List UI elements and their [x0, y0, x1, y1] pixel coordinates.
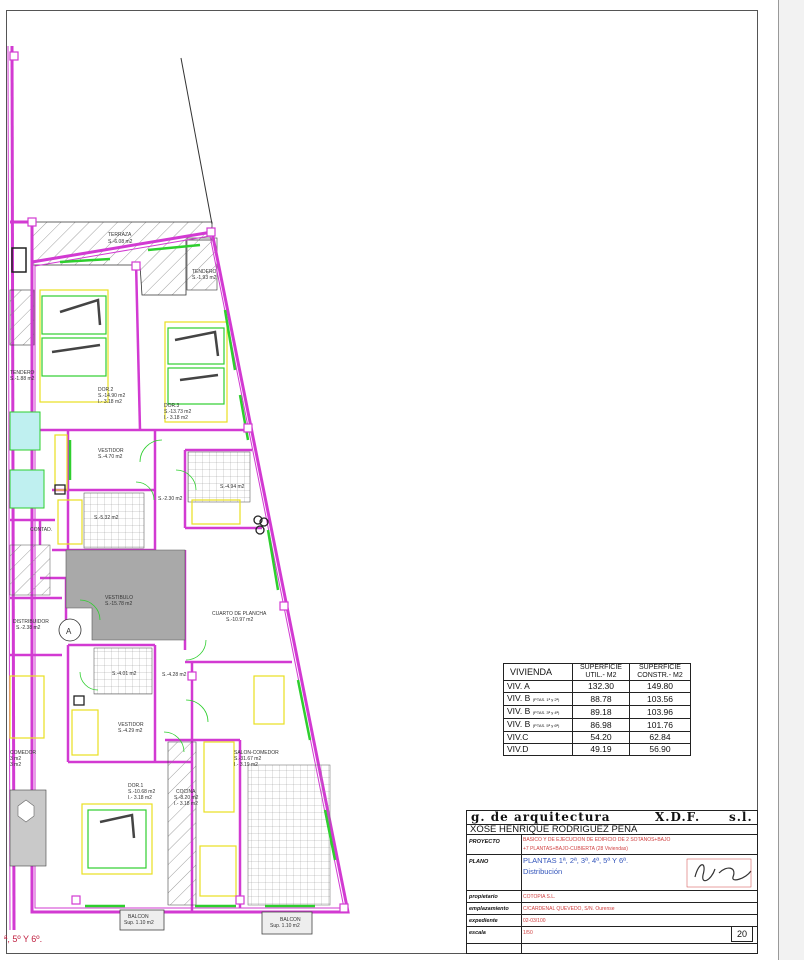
architect-name: XOSE HENRIQUE RODRIGUEZ PEÑA — [467, 824, 757, 835]
emplazamiento-row: emplazamiento C/CARDENAL QUEVEDO, S/N. O… — [467, 903, 757, 915]
row-name: VIV. A — [503, 680, 573, 693]
row-name: VIV.D — [503, 743, 573, 756]
label-unit-a: A — [66, 627, 72, 636]
bath-tile — [187, 451, 251, 503]
drawing-sheet: TERRAZA S.-6.08 m2 TENDERO S.-1.93 m2 TE… — [0, 0, 804, 960]
washer-fixture — [11, 247, 27, 273]
label-balcon-2-area: Sup. 1.10 m2 — [270, 923, 300, 929]
label-dor3-h: I.- 3.18 m2 — [164, 415, 188, 421]
label-terraza: TERRAZA — [108, 232, 132, 238]
area-table-header-constr: SUPERFICIE CONSTR.- M2 — [628, 663, 692, 681]
boundary-line — [180, 57, 213, 225]
salon-floor — [247, 764, 331, 906]
expediente-row: expediente 02-03/100 — [467, 915, 757, 927]
bath-fixture — [9, 469, 45, 509]
label-cuarto-plancha-area: S.-10.97 m2 — [226, 617, 253, 623]
label-tendero-area: S.-1.93 m2 — [192, 275, 217, 281]
table-row: VIV. B (PTAS. 3ª y 4ª) 89.18 103.96 — [503, 705, 692, 719]
label-bano-1: S.-5.32 m2 — [94, 515, 119, 521]
bath-fixture — [9, 411, 41, 451]
row-util: 54.20 — [572, 731, 630, 744]
label-vestibulo-area: S.-15.78 m2 — [105, 601, 132, 607]
kitchen-floor — [167, 741, 197, 906]
row-name: VIV. B (PTAS. 5ª y 6ª) — [503, 718, 573, 732]
row-util: 88.78 — [572, 692, 630, 706]
propietario-row: propietario COTOPIA S.L. — [467, 891, 757, 903]
table-row: VIV. B (PTAS. 5ª y 6ª) 86.98 101.76 — [503, 718, 692, 732]
proyecto-row: PROYECTO BASICO Y DE EJECUCION DE EDIFIC… — [467, 835, 757, 855]
plano-row: PLANO PLANTAS 1ª, 2ª, 3ª, 4ª, 5ª Y 6ª. D… — [467, 855, 757, 891]
row-constr: 56.90 — [628, 743, 692, 756]
label-bano-2: S.-4.94 m2 — [220, 484, 245, 490]
label-bano-3: S.-4.01 m2 — [112, 671, 137, 677]
label-balcon-1-area: Sup. 1.10 m2 — [124, 920, 154, 926]
table-row: VIV.C 54.20 62.84 — [503, 731, 692, 744]
label-salon-h: I.- 3.19 m2 — [234, 762, 258, 768]
label-pasillo: S.-4.28 m2 — [162, 672, 187, 678]
floor-caption: ª, 5º Y 6º. — [4, 934, 42, 944]
row-constr: 101.76 — [628, 718, 692, 732]
row-util: 86.98 — [572, 718, 630, 732]
row-constr: 62.84 — [628, 731, 692, 744]
label-dor1-h: I.- 3.18 m2 — [128, 795, 152, 801]
row-constr: 103.96 — [628, 705, 692, 719]
label-vestidor-1-area: S.-4.70 m2 — [98, 454, 123, 460]
label-vestidor-2-area: S.-4.29 m2 — [118, 728, 143, 734]
area-table: VIVIENDA SUPERFICIE UTIL.- M2 SUPERFICIE C… — [503, 663, 692, 756]
area-table-header-vivienda: VIVIENDA — [503, 663, 573, 681]
label-distrib: S.-2.30 m2 — [158, 496, 183, 502]
row-constr: 149.80 — [628, 680, 692, 693]
firm-name: g. de arquitectura X.D.F. s.l. — [467, 811, 757, 825]
label-comedor-left-h: 3 m2 — [10, 762, 21, 768]
row-util: 89.18 — [572, 705, 630, 719]
title-block-footer — [467, 943, 757, 953]
row-name: VIV. B (PTAS. 3ª y 4ª) — [503, 705, 573, 719]
row-util: 49.19 — [572, 743, 630, 756]
row-constr: 103.56 — [628, 692, 692, 706]
label-contad: CONTAD. — [30, 527, 52, 533]
tendero-left-area — [9, 289, 35, 346]
label-dor2-h: I.- 3.18 m2 — [98, 399, 122, 405]
row-name: VIV. B (PTAS. 1ª y 2ª) — [503, 692, 573, 706]
table-row: VIV. B (PTAS. 1ª y 2ª) 88.78 103.56 — [503, 692, 692, 706]
sheet-number: 20 — [731, 926, 753, 942]
signature-stamp — [686, 858, 752, 888]
row-util: 132.30 — [572, 680, 630, 693]
area-table-header-util: SUPERFICIE UTIL.- M2 — [572, 663, 630, 681]
title-block: g. de arquitectura X.D.F. s.l. XOSE HENR… — [466, 810, 758, 954]
escala-row: escala 1/50 — [469, 930, 533, 936]
table-row: VIV. A 132.30 149.80 — [503, 680, 692, 693]
table-row: VIV.D 49.19 56.90 — [503, 743, 692, 756]
label-tendero-left-area: S.-1.88 m2 — [10, 376, 35, 382]
label-terraza-area: S.-6.08 m2 — [108, 239, 133, 245]
label-distribuidor-area: S.-2.38 m2 — [16, 625, 41, 631]
label-cocina-h: I.- 3.18 m2 — [174, 801, 198, 807]
row-name: VIV.C — [503, 731, 573, 744]
